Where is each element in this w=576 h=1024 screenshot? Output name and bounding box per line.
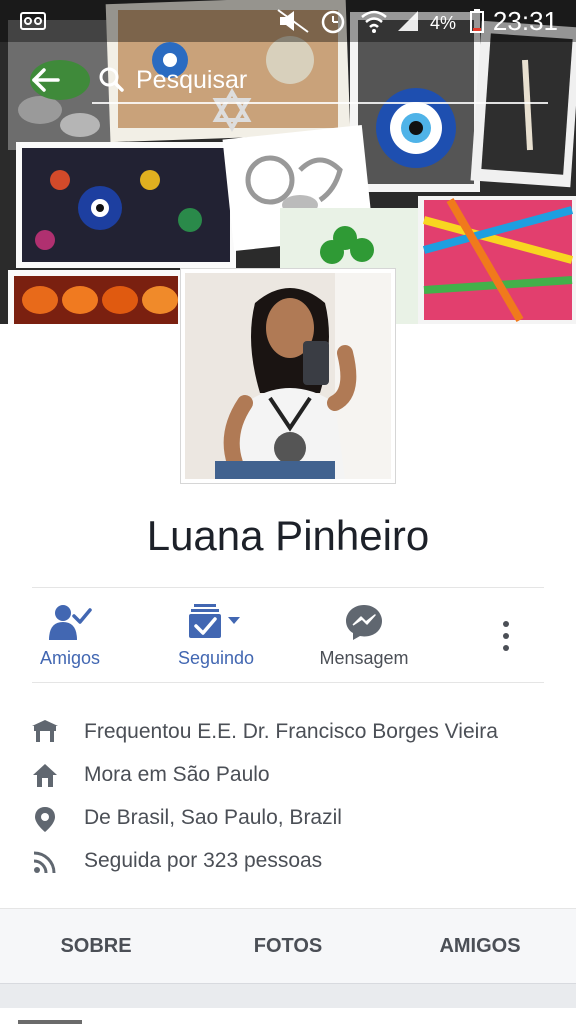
following-button[interactable]: Seguindo (146, 600, 286, 676)
profile-picture[interactable] (180, 268, 396, 484)
info-followers-text: Seguida por 323 pessoas (84, 849, 323, 872)
alarm-icon (320, 8, 346, 34)
profile-tabs: SOBRE FOTOS AMIGOS (0, 908, 576, 984)
info-education[interactable]: Frequentou E.E. Dr. Francisco Borges Vie… (0, 712, 576, 752)
friends-label: Amigos (39, 648, 101, 668)
following-label: Seguindo (177, 648, 255, 668)
status-bar: 4% 23:31 (0, 0, 576, 42)
divider-top (32, 587, 544, 588)
tab-amigos[interactable]: AMIGOS (384, 909, 576, 983)
friends-button[interactable]: Amigos (0, 600, 140, 676)
search-icon (98, 66, 124, 92)
messenger-icon (346, 605, 382, 640)
avatar (185, 273, 391, 479)
status-clock: 23:31 (492, 5, 558, 36)
home-icon (32, 763, 58, 789)
message-button[interactable]: Mensagem (294, 600, 434, 676)
friends-check-icon (49, 605, 92, 640)
info-origin-text: De Brasil, Sao Paulo, Brazil (84, 806, 342, 829)
divider-bottom (32, 682, 544, 683)
info-education-text: Frequentou E.E. Dr. Francisco Borges Vie… (84, 720, 498, 743)
mute-icon (276, 8, 310, 34)
profile-name: Luana Pinheiro (146, 512, 430, 559)
back-arrow-icon[interactable] (24, 60, 64, 100)
feed-avatar-edge (18, 1020, 82, 1024)
chevron-down-icon (228, 617, 240, 624)
info-origin[interactable]: De Brasil, Sao Paulo, Brazil (0, 798, 576, 838)
more-options-icon[interactable] (492, 616, 520, 656)
search-bar (0, 42, 576, 114)
battery-percent: 4% (429, 12, 456, 33)
signal-icon (396, 8, 420, 34)
tab-sobre[interactable]: SOBRE (0, 909, 192, 983)
battery-icon (470, 8, 484, 34)
location-pin-icon (32, 806, 58, 832)
wifi-icon (360, 8, 388, 34)
search-input[interactable] (134, 62, 538, 98)
following-check-icon (189, 604, 240, 638)
info-home[interactable]: Mora em São Paulo (0, 755, 576, 795)
tab-fotos[interactable]: FOTOS (192, 909, 384, 983)
school-icon (32, 720, 58, 746)
search-field[interactable] (92, 56, 548, 104)
info-home-text: Mora em São Paulo (84, 763, 270, 786)
voicemail-icon (20, 8, 46, 34)
info-followers[interactable]: Seguida por 323 pessoas (0, 841, 576, 881)
rss-follow-icon (32, 849, 58, 875)
message-label: Mensagem (319, 648, 409, 668)
feed-next-card (0, 1008, 576, 1024)
